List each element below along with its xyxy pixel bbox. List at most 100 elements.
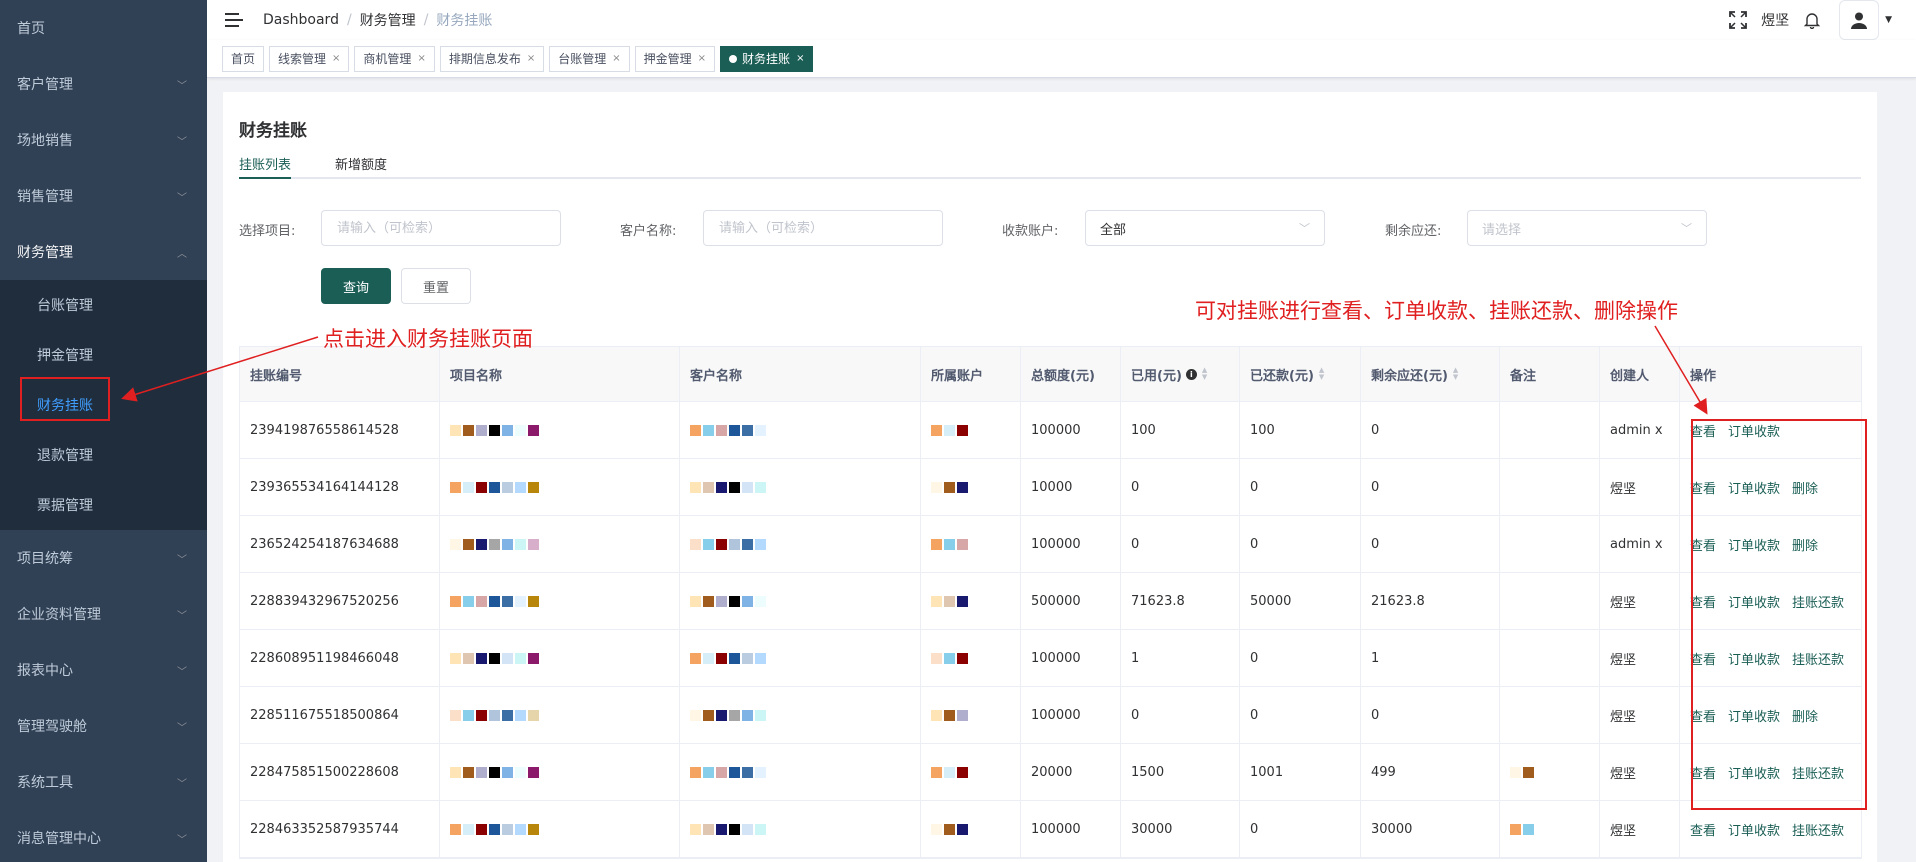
table-cell: 0 bbox=[1121, 459, 1240, 515]
op-link[interactable]: 挂账还款 bbox=[1792, 820, 1844, 839]
tag-0[interactable]: 首页 bbox=[222, 45, 265, 72]
bell-icon[interactable] bbox=[1803, 11, 1821, 29]
info-icon[interactable]: i bbox=[1185, 368, 1197, 380]
sidebar-item-top-3[interactable]: 销售管理 ﹀ bbox=[0, 168, 207, 224]
sidebar-item-bottom-2[interactable]: 报表中心 ﹀ bbox=[0, 642, 207, 698]
cell-value: admin x bbox=[1610, 536, 1663, 552]
table-cell: 100000 bbox=[1021, 687, 1121, 743]
redacted-content bbox=[450, 766, 539, 778]
chevron-down-icon: ﹀ bbox=[177, 666, 187, 678]
sidebar-item-bottom-5[interactable]: 消息管理中心 ﹀ bbox=[0, 810, 207, 862]
table-cell: 0 bbox=[1240, 459, 1361, 515]
sidebar-subitem-0[interactable]: 台账管理 bbox=[0, 280, 207, 330]
tag-4[interactable]: 台账管理 × bbox=[549, 45, 630, 72]
close-icon[interactable]: × bbox=[796, 53, 804, 64]
tag-5[interactable]: 押金管理 × bbox=[634, 45, 716, 72]
cell-value: 236524254187634688 bbox=[250, 536, 399, 552]
sort-icon[interactable]: ▲ ▼ bbox=[1453, 367, 1458, 381]
sidebar-item-bottom-0[interactable]: 项目统筹 ﹀ bbox=[0, 530, 207, 586]
cell-value: 煜坚 bbox=[1610, 595, 1637, 611]
sidebar-item-bottom-3[interactable]: 管理驾驶舱 ﹀ bbox=[0, 698, 207, 754]
sidebar-item-top-0[interactable]: 首页 bbox=[0, 0, 207, 56]
table-cell: 0 bbox=[1361, 516, 1500, 572]
close-icon[interactable]: × bbox=[417, 53, 425, 64]
cell-value: 100000 bbox=[1031, 422, 1081, 438]
breadcrumb: Dashboard / 财务管理 / 财务挂账 bbox=[263, 10, 492, 30]
op-link[interactable]: 订单收款 bbox=[1728, 820, 1780, 839]
op-link[interactable]: 查看 bbox=[1690, 820, 1716, 839]
navbar: Dashboard / 财务管理 / 财务挂账 煜坚 ▼ bbox=[207, 0, 1916, 40]
breadcrumb-item[interactable]: Dashboard bbox=[263, 12, 339, 28]
account-select[interactable]: 全部 ﹀ bbox=[1085, 210, 1325, 246]
avatar[interactable] bbox=[1839, 0, 1880, 40]
redacted-content bbox=[931, 595, 968, 607]
sidebar-subitem-3[interactable]: 退款管理 bbox=[0, 430, 207, 480]
column-header[interactable]: 已用(元) i ▲ ▼ bbox=[1121, 347, 1240, 401]
table-cell: 100000 bbox=[1021, 516, 1121, 572]
ledger-table: 挂账编号 项目名称 客户名称 所属账户 总额度(元) 已用(元) i ▲ ▼ 已还款(元) ▲ ▼ 剩余… bbox=[239, 346, 1862, 859]
redacted-content bbox=[1510, 766, 1534, 778]
tag-1[interactable]: 线索管理 × bbox=[269, 45, 350, 72]
table-cell bbox=[440, 573, 680, 629]
table-row: 236524254187634688 100000 0 0 0 admin x 查看 订单收款… bbox=[240, 516, 1861, 573]
redacted-content bbox=[690, 766, 766, 778]
tag-6[interactable]: 财务挂账 × bbox=[720, 45, 814, 72]
page-tabs: 挂账列表 新增额度 bbox=[239, 154, 1861, 179]
table-cell: 71623.8 bbox=[1121, 573, 1240, 629]
column-header[interactable]: 剩余应还(元) ▲ ▼ bbox=[1361, 347, 1500, 401]
column-header: 备注 bbox=[1500, 347, 1600, 401]
cell-value: 10000 bbox=[1031, 479, 1073, 495]
sidebar-subitem-1[interactable]: 押金管理 bbox=[0, 330, 207, 380]
sidebar-subitem-4[interactable]: 票据管理 bbox=[0, 480, 207, 530]
tags-view: 首页 线索管理 × 商机管理 × 排期信息发布 × 台账管理 × 押金管理 × 财务挂账 × bbox=[207, 40, 1916, 78]
close-icon[interactable]: × bbox=[612, 53, 620, 64]
table-cell: 20000 bbox=[1021, 744, 1121, 800]
table-cell: 30000 bbox=[1361, 801, 1500, 857]
sidebar-item-bottom-4[interactable]: 系统工具 ﹀ bbox=[0, 754, 207, 810]
table-cell: 228839432967520256 bbox=[240, 573, 440, 629]
reset-button[interactable]: 重置 bbox=[401, 268, 471, 304]
breadcrumb-item[interactable]: 财务管理 bbox=[360, 10, 416, 30]
remaining-select[interactable]: 请选择 ﹀ bbox=[1467, 210, 1707, 246]
fullscreen-icon[interactable] bbox=[1729, 11, 1747, 29]
tab-ledger-list[interactable]: 挂账列表 bbox=[239, 154, 292, 179]
table-cell bbox=[680, 744, 921, 800]
table-row: 228839432967520256 500000 71623.8 50000 2162… bbox=[240, 573, 1861, 630]
tab-add-quota[interactable]: 新增额度 bbox=[335, 154, 387, 179]
menu-label: 系统工具 bbox=[17, 775, 73, 791]
column-header[interactable]: 已还款(元) ▲ ▼ bbox=[1240, 347, 1361, 401]
customer-search-input[interactable] bbox=[703, 210, 943, 246]
table-cell: 0 bbox=[1361, 459, 1500, 515]
user-name[interactable]: 煜坚 bbox=[1761, 10, 1789, 30]
cell-value: 煜坚 bbox=[1610, 823, 1637, 839]
close-icon[interactable]: × bbox=[332, 53, 340, 64]
project-search-input[interactable] bbox=[321, 210, 561, 246]
query-button[interactable]: 查询 bbox=[321, 268, 391, 304]
menu-label: 销售管理 bbox=[17, 189, 73, 205]
close-icon[interactable]: × bbox=[527, 53, 535, 64]
close-icon[interactable]: × bbox=[698, 53, 706, 64]
table-cell: 0 bbox=[1361, 687, 1500, 743]
cell-value: 30000 bbox=[1131, 821, 1173, 837]
tag-3[interactable]: 排期信息发布 × bbox=[439, 45, 545, 72]
tag-2[interactable]: 商机管理 × bbox=[354, 45, 435, 72]
sidebar-item-bottom-1[interactable]: 企业资料管理 ﹀ bbox=[0, 586, 207, 642]
sort-icon[interactable]: ▲ ▼ bbox=[1202, 367, 1207, 381]
chevron-down-icon: ﹀ bbox=[177, 610, 187, 622]
table-cell bbox=[921, 402, 1021, 458]
sidebar-item-top-2[interactable]: 场地销售 ﹀ bbox=[0, 112, 207, 168]
account-filter-label: 收款账户: bbox=[1002, 224, 1059, 239]
cell-value: 1001 bbox=[1250, 764, 1284, 780]
sidebar-item-top-1[interactable]: 客户管理 ﹀ bbox=[0, 56, 207, 112]
cell-value: 499 bbox=[1371, 764, 1396, 780]
menu-label: 项目统筹 bbox=[17, 551, 73, 567]
menu-label: 消息管理中心 bbox=[17, 831, 101, 847]
table-row: 239419876558614528 100000 100 100 0 admin x 查看… bbox=[240, 402, 1861, 459]
caret-down-icon[interactable]: ▼ bbox=[1885, 15, 1892, 25]
hamburger-icon[interactable] bbox=[225, 13, 243, 27]
sort-icon[interactable]: ▲ ▼ bbox=[1319, 367, 1324, 381]
table-cell: 30000 bbox=[1121, 801, 1240, 857]
redacted-content bbox=[450, 823, 539, 835]
sidebar-item-finance[interactable]: 财务管理 ︿ bbox=[0, 224, 207, 280]
menu-label: 首页 bbox=[17, 21, 45, 37]
